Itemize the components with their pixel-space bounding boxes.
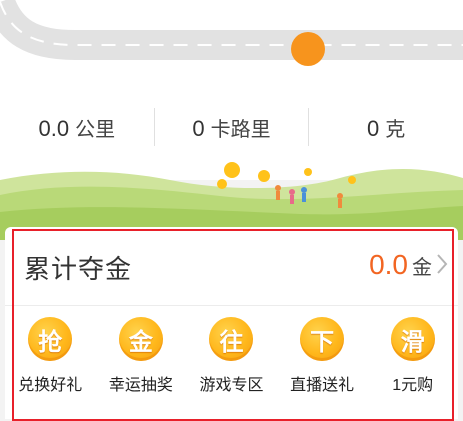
distance-value: 0.0 xyxy=(38,115,70,141)
gold-unit: 金 xyxy=(412,257,432,279)
stats-row: 0.0 公里 0 卡路里 0 克 xyxy=(0,100,463,154)
calorie-value: 0 xyxy=(192,115,205,141)
one-yuan-buy-icon: 滑 xyxy=(390,317,435,361)
calorie-unit: 卡路里 xyxy=(210,118,271,141)
coin-icon xyxy=(348,176,356,184)
coin-icon xyxy=(224,162,240,178)
carbon-value: 0 xyxy=(367,115,380,141)
gold-title: 累计夺金 xyxy=(24,254,133,284)
exchange-gift-icon: 抢 xyxy=(28,317,73,361)
carbon-unit: 克 xyxy=(385,118,406,141)
calorie-stat: 0 卡路里 xyxy=(155,113,309,142)
distance-unit: 公里 xyxy=(75,118,116,141)
carbon-stat: 0 克 xyxy=(309,113,463,142)
coin-icon xyxy=(304,168,312,176)
gold-card: 累计夺金 0.0 金 抢 兑换好礼 金 幸运抽奖 往 游戏专区 下 直播送礼 滑… xyxy=(5,227,458,419)
live-gift-icon: 下 xyxy=(300,317,345,361)
gold-amount-group: 0.0 金 xyxy=(369,249,432,281)
gold-total-row[interactable]: 累计夺金 0.0 金 xyxy=(5,227,458,306)
road-track-graphic xyxy=(0,0,463,60)
shortcut-label: 游戏专区 xyxy=(199,377,264,394)
shortcut-label: 1元购 xyxy=(392,377,434,394)
progress-marker[interactable] xyxy=(291,32,325,66)
shortcut-live-gift[interactable]: 下 直播送礼 xyxy=(277,317,368,395)
game-zone-icon: 往 xyxy=(209,317,254,361)
coin-icon xyxy=(217,179,227,189)
gold-amount: 0.0 xyxy=(369,249,408,280)
lucky-draw-icon: 金 xyxy=(118,317,163,361)
shortcut-lucky-draw[interactable]: 金 幸运抽奖 xyxy=(96,317,187,395)
shortcut-label: 兑换好礼 xyxy=(18,377,83,394)
shortcut-exchange-gift[interactable]: 抢 兑换好礼 xyxy=(5,317,96,395)
shortcut-game-zone[interactable]: 往 游戏专区 xyxy=(186,317,277,395)
distance-stat: 0.0 公里 xyxy=(0,113,154,142)
shortcut-grid: 抢 兑换好礼 金 幸运抽奖 往 游戏专区 下 直播送礼 滑 1元购 xyxy=(5,317,458,395)
shortcut-one-yuan-buy[interactable]: 滑 1元购 xyxy=(367,317,458,395)
shortcut-label: 幸运抽奖 xyxy=(108,377,173,394)
chevron-right-icon xyxy=(437,254,448,274)
shortcut-label: 直播送礼 xyxy=(290,377,355,394)
coin-icon xyxy=(258,170,270,182)
